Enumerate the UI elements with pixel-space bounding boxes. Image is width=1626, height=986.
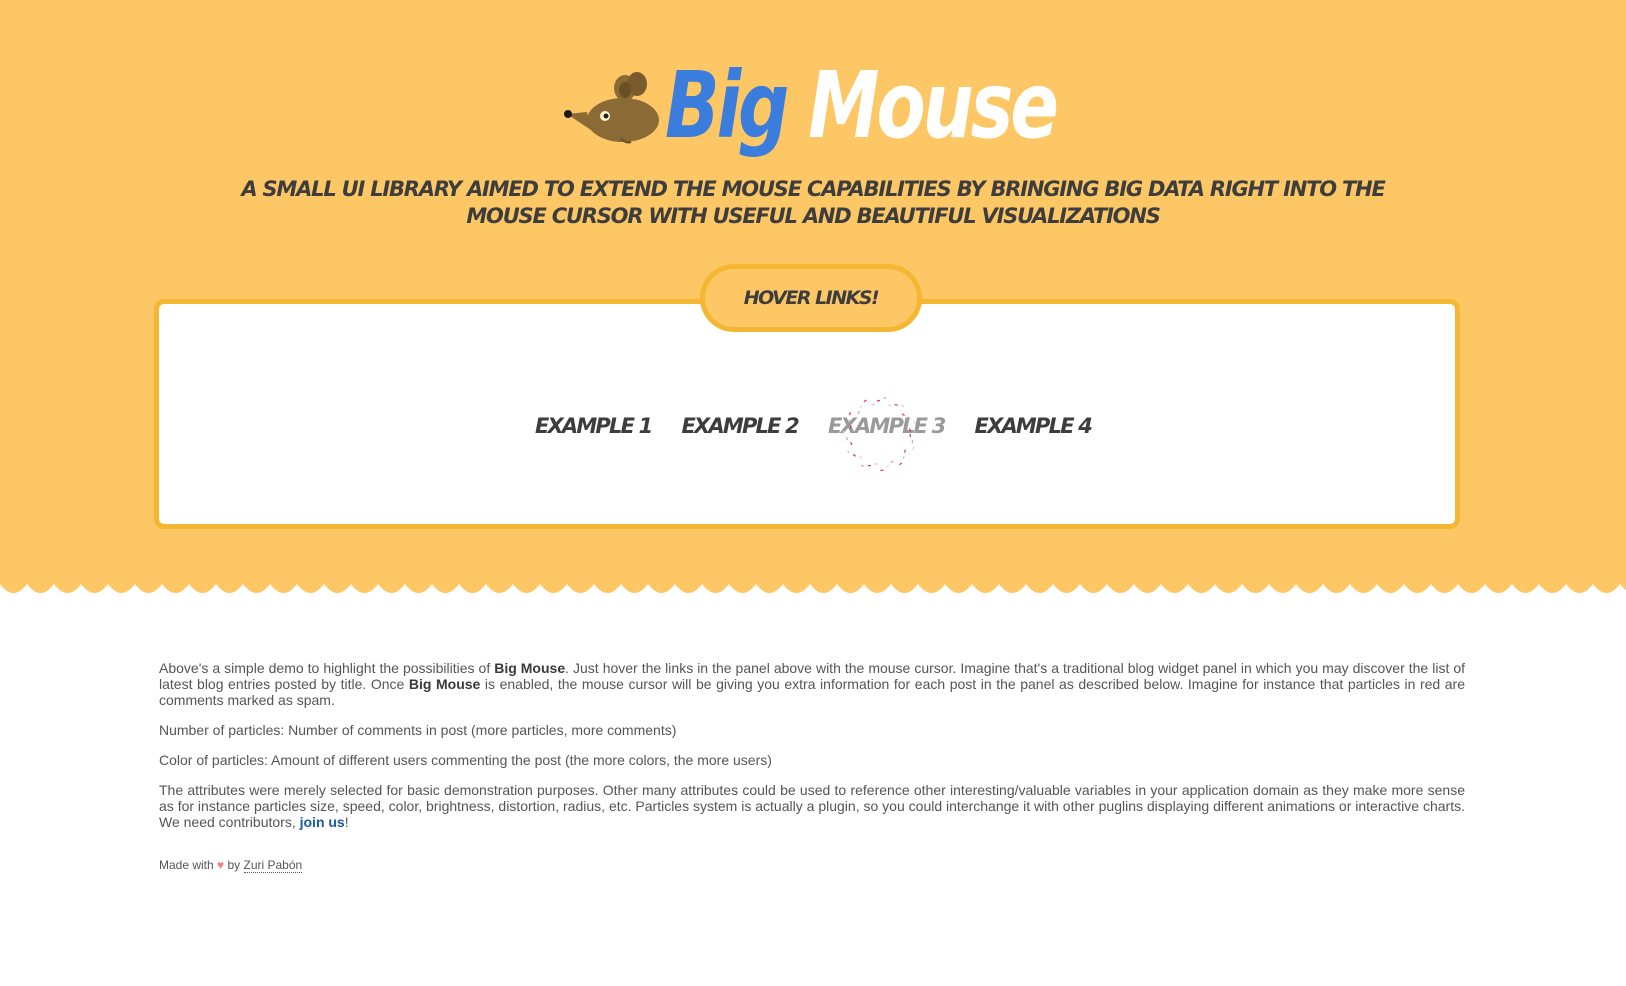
logo-big: Big — [665, 52, 789, 159]
particles-count-paragraph: Number of particles: Number of comments … — [159, 722, 677, 738]
logo-mouse: Mouse — [808, 52, 1059, 159]
brand-name: Big Mouse — [408, 676, 481, 692]
example-link-2[interactable]: Example 2 — [679, 410, 800, 442]
brand-name: Big Mouse — [494, 660, 566, 676]
panel-tab-label: Hover links! — [700, 264, 922, 332]
intro-paragraph: Above's a simple demo to highlight the p… — [159, 660, 1466, 708]
join-us-link[interactable]: join us — [300, 814, 345, 830]
footer: Made with ♥ by Zuri Pabón — [159, 858, 303, 873]
particles-color-paragraph: Color of particles: Amount of different … — [159, 752, 772, 768]
wave-divider — [0, 578, 1626, 593]
description-content: Above's a simple demo to highlight the p… — [159, 660, 1465, 844]
example-link-3-label: Example 3 — [828, 414, 946, 438]
mouse-mascot-icon — [564, 72, 659, 144]
example-link-1[interactable]: Example 1 — [533, 410, 654, 442]
author-link[interactable]: Zuri Pabón — [243, 858, 303, 873]
example-link-4[interactable]: Example 4 — [973, 410, 1094, 442]
example-link-3[interactable]: Example 3 — [826, 397, 947, 472]
tagline: A small UI library aimed to extend the m… — [241, 177, 1386, 228]
logo-text: Big Mouse — [665, 60, 1059, 152]
example-links: Example 1 Example 2 Example 3 Example 4 — [0, 397, 1626, 472]
attributes-paragraph: The attributes were merely selected for … — [159, 782, 1465, 830]
site-logo: Big Mouse — [0, 52, 1626, 152]
